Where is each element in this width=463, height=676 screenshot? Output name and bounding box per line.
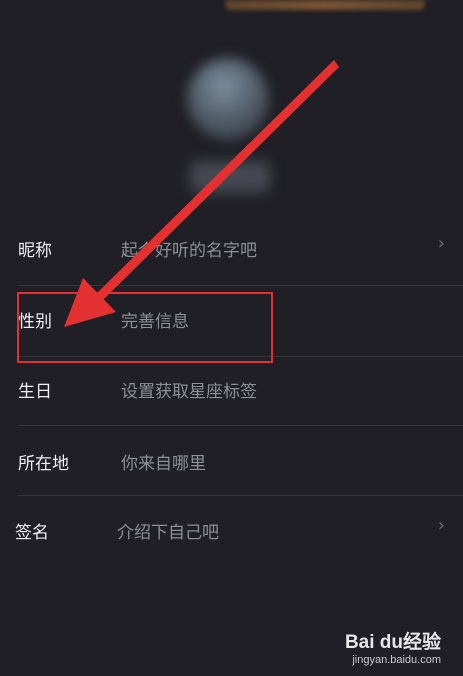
avatar[interactable] — [187, 58, 269, 140]
watermark-url: jingyan.baidu.com — [352, 654, 441, 666]
divider — [18, 425, 463, 426]
birthday-label: 生日 — [18, 382, 52, 402]
username-blurred — [190, 161, 270, 193]
signature-value: 介绍下自己吧 — [117, 523, 219, 543]
location-value: 你来自哪里 — [121, 454, 206, 474]
nickname-value: 起个好听的名字吧 — [121, 241, 257, 261]
chevron-right-icon: › — [437, 233, 445, 254]
row-nickname[interactable]: 昵称 起个好听的名字吧 › — [0, 215, 463, 285]
birthday-value: 设置获取星座标签 — [121, 382, 257, 402]
row-birthday[interactable]: 生日 设置获取星座标签 — [0, 356, 463, 426]
profile-header — [185, 58, 285, 208]
nickname-label: 昵称 — [18, 241, 52, 261]
top-banner-blurred — [225, 0, 425, 10]
signature-label: 签名 — [15, 523, 49, 543]
watermark-logo: Bai du经验 — [344, 632, 441, 653]
divider — [18, 495, 463, 496]
chevron-right-icon: › — [437, 515, 445, 536]
row-signature[interactable]: 签名 介绍下自己吧 › — [0, 497, 463, 567]
baidu-jingyan-watermark: Bai du经验 jingyan.baidu.com — [345, 627, 441, 666]
location-label: 所在地 — [18, 454, 69, 474]
annotation-highlight-box — [17, 292, 273, 363]
row-location[interactable]: 所在地 你来自哪里 — [0, 428, 463, 498]
